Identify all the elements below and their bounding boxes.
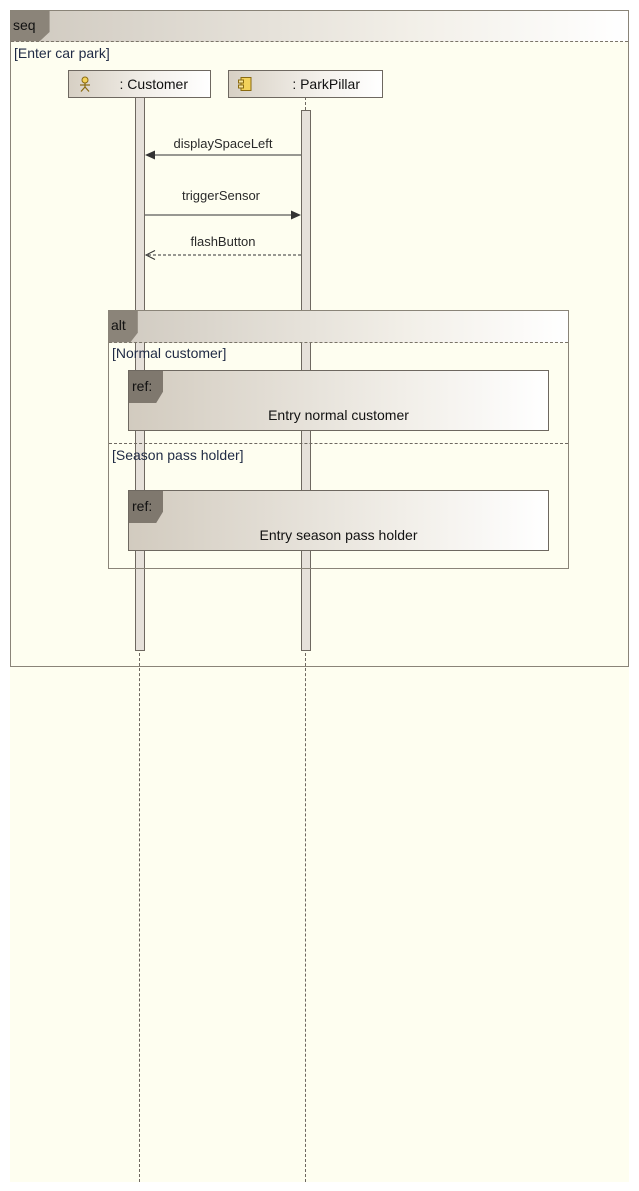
seq-operator-tag: seq [11, 11, 50, 41]
lifeline-name-parkpillar: : ParkPillar [292, 76, 360, 92]
alt-operand-separator [109, 443, 568, 444]
ref-entry-normal-customer[interactable]: ref: Entry normal customer [128, 370, 549, 431]
seq-frame-header [11, 11, 628, 42]
component-icon [238, 77, 252, 91]
actor-icon [80, 76, 90, 92]
message-label-displayspaceleft: displaySpaceLeft [173, 136, 273, 151]
alt-guard-season: [Season pass holder] [112, 447, 244, 463]
lifeline-head-parkpillar[interactable]: : ParkPillar [228, 70, 383, 98]
alt-fragment-header [109, 311, 568, 343]
lifeline-head-customer[interactable]: : Customer [68, 70, 211, 98]
alt-guard-normal: [Normal customer] [112, 345, 227, 361]
alt-operator-tag: alt [109, 311, 138, 342]
message-label-flashbutton: flashButton [190, 234, 256, 249]
lifeline-name-customer: : Customer [119, 76, 188, 92]
ref-name: Entry normal customer [268, 407, 409, 423]
ref-name: Entry season pass holder [259, 527, 418, 543]
sequence-diagram: seq [Enter car park] : Customer : ParkPi… [0, 0, 639, 1191]
seq-guard: [Enter car park] [14, 45, 110, 61]
ref-tag: ref: [129, 491, 163, 523]
ref-tag: ref: [129, 371, 163, 403]
ref-entry-season-pass-holder[interactable]: ref: Entry season pass holder [128, 490, 549, 551]
message-label-triggersensor: triggerSensor [181, 188, 261, 203]
